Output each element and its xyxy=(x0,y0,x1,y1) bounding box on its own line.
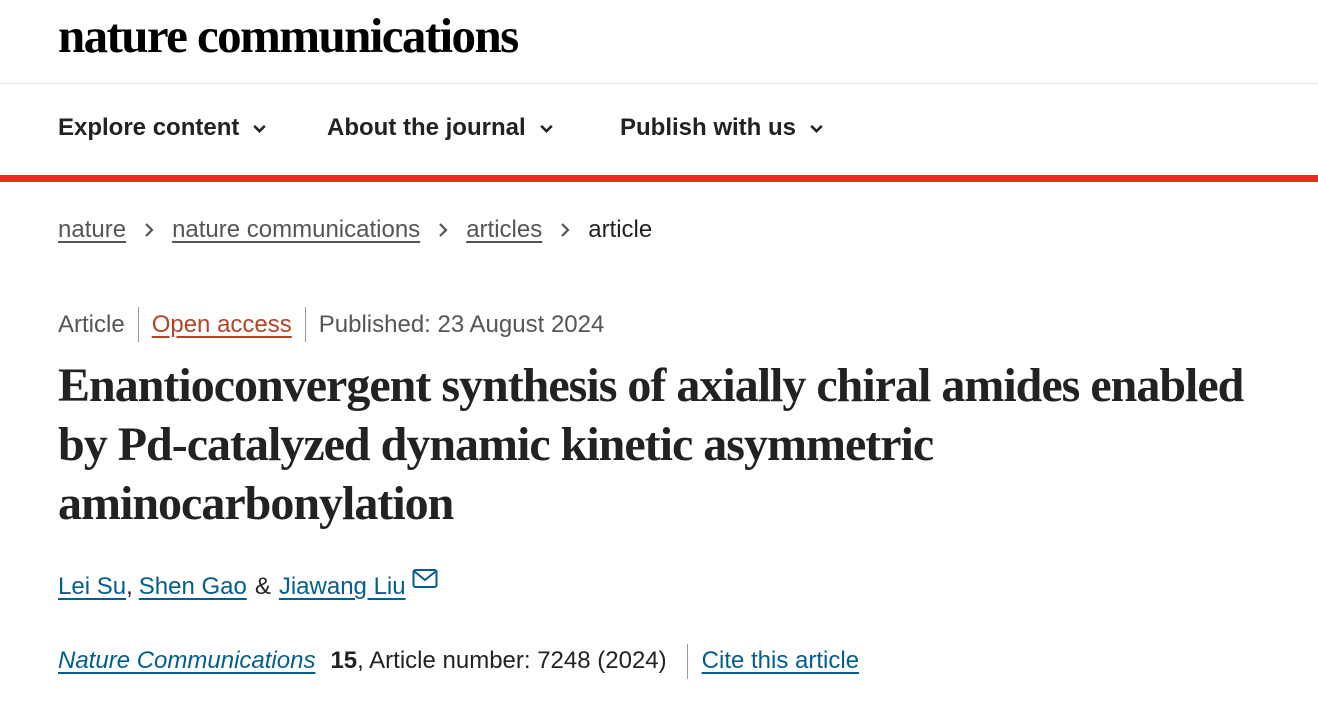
author-link[interactable]: Lei Su xyxy=(58,570,126,604)
breadcrumb: nature nature communications articles ar… xyxy=(58,216,652,244)
chevron-down-icon xyxy=(253,124,267,133)
author-separator: , xyxy=(126,573,133,600)
article-type: Article xyxy=(58,310,125,338)
author-list: Lei Su , Shen Gao & Jiawang Liu xyxy=(58,568,438,604)
chevron-down-icon xyxy=(810,124,823,133)
meta-divider xyxy=(137,307,139,342)
chevron-right-icon xyxy=(439,223,448,237)
site-logo[interactable]: nature communications xyxy=(58,8,519,64)
site-header: nature communications xyxy=(0,0,1318,84)
breadcrumb-link-nature[interactable]: nature xyxy=(58,216,126,244)
cite-this-article-link[interactable]: Cite this article xyxy=(702,647,859,675)
published-date: Published: 23 August 2024 xyxy=(318,310,605,338)
meta-divider xyxy=(304,307,306,342)
nav-publish-with-us[interactable]: Publish with us xyxy=(620,114,825,142)
main-nav: Explore content About the journal Publis… xyxy=(0,84,1318,175)
mail-icon[interactable] xyxy=(412,568,438,590)
chevron-right-icon xyxy=(561,223,570,237)
open-access-link[interactable]: Open access xyxy=(152,311,292,339)
chevron-down-icon xyxy=(539,124,553,133)
nav-item-label: Publish with us xyxy=(620,114,797,141)
author-link[interactable]: Jiawang Liu xyxy=(279,570,406,604)
journal-link[interactable]: Nature Communications xyxy=(58,647,315,675)
author-link[interactable]: Shen Gao xyxy=(139,570,247,604)
nav-explore-content[interactable]: Explore content xyxy=(58,114,268,142)
accent-rule xyxy=(0,175,1318,182)
article-title: Enantioconvergent synthesis of axially c… xyxy=(58,359,1244,530)
article-meta: Article Open access Published: 23 August… xyxy=(58,307,604,342)
nav-about-journal[interactable]: About the journal xyxy=(327,114,555,142)
citation-divider xyxy=(686,643,688,679)
breadcrumb-link-articles[interactable]: articles xyxy=(466,216,542,244)
author-separator: & xyxy=(254,573,271,600)
volume: 15 xyxy=(330,647,358,674)
nav-item-label: About the journal xyxy=(327,114,526,141)
breadcrumb-current: article xyxy=(588,216,653,243)
breadcrumb-link-nature-communications[interactable]: nature communications xyxy=(172,216,420,244)
article-number: , Article number: 7248 (2024) xyxy=(357,647,667,674)
citation-line: Nature Communications 15 , Article numbe… xyxy=(58,643,859,679)
nav-item-label: Explore content xyxy=(58,114,240,141)
chevron-right-icon xyxy=(145,223,154,237)
